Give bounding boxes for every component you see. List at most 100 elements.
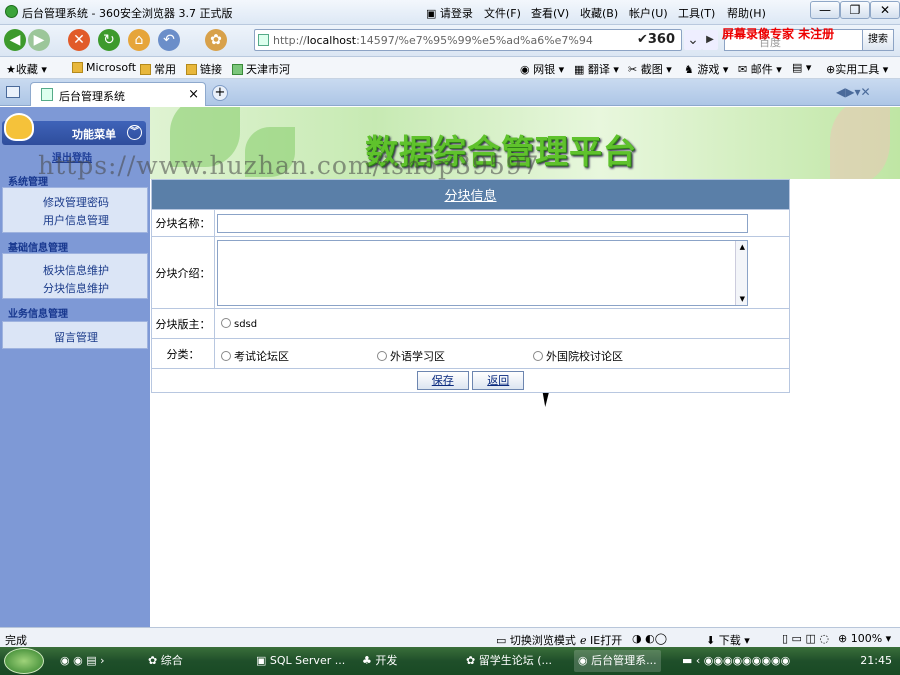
task-admin[interactable]: ◉ 后台管理系... <box>574 650 661 672</box>
tool-translate[interactable]: ▦ 翻译 ▾ <box>574 61 619 77</box>
mode-switch-label: 切换浏览模式 <box>509 634 576 647</box>
sidebar-item-board-maintenance[interactable]: 板块信息维护 <box>3 262 149 278</box>
tray-icons[interactable]: ▬ ‹ ◉◉◉◉◉◉◉◉◉ <box>682 650 790 672</box>
sidebar-item-change-password[interactable]: 修改管理密码 <box>3 194 149 210</box>
textarea-scrollbar[interactable]: ▲ ▼ <box>735 240 747 305</box>
tool-screenshot[interactable]: ✂ 截图 ▾ <box>628 61 672 77</box>
tab-admin[interactable]: 后台管理系统 × <box>30 82 206 106</box>
task-forum[interactable]: ✿ 留学生论坛 (... <box>466 650 552 672</box>
sidebar-item-user-management[interactable]: 用户信息管理 <box>3 212 149 228</box>
category-radio[interactable] <box>533 351 543 361</box>
menu-account[interactable]: 帐户(U) <box>629 5 668 21</box>
fav-common[interactable]: 常用 <box>140 61 176 77</box>
address-bar[interactable]: http://localhost:14597/%e7%95%99%e5%ad%a… <box>254 29 682 51</box>
address-dropdown-icon[interactable]: ⌄ <box>684 30 702 50</box>
search-button[interactable]: 搜索 <box>862 29 894 51</box>
form-header-link[interactable]: 分块信息 <box>444 189 496 204</box>
user-icon: ▣ <box>426 7 440 20</box>
task-sqlserver[interactable]: ▣ SQL Server ... <box>256 650 345 672</box>
tab-nav-icons[interactable]: ◀▶▾✕ <box>836 85 871 99</box>
paw-icon[interactable]: ✿ <box>205 29 227 51</box>
category-option-foreign-schools[interactable]: 外国院校讨论区 <box>533 348 623 364</box>
zoom-control[interactable]: ⊕ 100% ▾ <box>838 632 891 645</box>
sidebar-group-basic: 基础信息管理 <box>8 243 68 254</box>
tool-utilities[interactable]: ⊕实用工具 ▾ <box>826 61 888 77</box>
tab-admin-label: 后台管理系统 <box>59 90 125 103</box>
tool-translate-label: 翻译 <box>587 63 610 76</box>
task-admin-label: 后台管理系... <box>591 654 657 667</box>
ie-open[interactable]: ℯ IE打开 <box>580 632 622 648</box>
task-dev[interactable]: ♣ 开发 <box>362 650 397 672</box>
task-zonghe[interactable]: ✿ 综合 <box>148 650 183 672</box>
category-exam-label: 考试论坛区 <box>234 350 289 363</box>
menu-favorites[interactable]: 收藏(B) <box>580 5 618 21</box>
fav-tianjin-label: 天津市河 <box>246 63 290 76</box>
save-button[interactable]: 保存 <box>416 371 469 390</box>
category-option-language[interactable]: 外语学习区 <box>377 348 445 364</box>
sidebar-item-messages[interactable]: 留言管理 <box>3 329 149 345</box>
scroll-down-icon[interactable]: ▼ <box>740 295 745 303</box>
collapse-icon[interactable]: ︾ <box>127 125 142 140</box>
form-actions: 保存 返回 <box>151 368 790 393</box>
status-icons[interactable]: ◑ ◐◯ <box>632 632 667 645</box>
tool-extra-icon[interactable]: ▤ ▾ <box>792 61 811 74</box>
section-owner-cell: sdsd <box>214 308 790 339</box>
menu-view[interactable]: 查看(V) <box>531 5 569 21</box>
status-tool-icons[interactable]: ▯ ▭ ◫ ◌ <box>782 632 829 645</box>
undo-icon[interactable]: ↶ <box>158 29 180 51</box>
section-name-input[interactable] <box>217 213 748 233</box>
page-icon <box>232 64 243 75</box>
menu-help[interactable]: 帮助(H) <box>727 5 766 21</box>
start-button[interactable] <box>4 648 44 674</box>
section-intro-textarea[interactable]: ▲ ▼ <box>217 239 748 306</box>
section-form: 分块信息 分块名称： 分块介绍： ▲ ▼ 分块版主： sdsd 分类： 考试论坛区… <box>151 179 790 393</box>
taskbar: ◉ ◉ ▤ › ✿ 综合 ▣ SQL Server ... ♣ 开发 ✿ 留学生… <box>0 647 900 675</box>
go-icon[interactable]: ▶ <box>702 30 718 50</box>
owner-radio[interactable] <box>221 318 231 328</box>
sidebar: 功能菜单 ︾ 退出登陆 系统管理 修改管理密码 用户信息管理 基础信息管理 板块… <box>0 107 150 627</box>
sidebar-group-system-box: 修改管理密码 用户信息管理 <box>2 187 148 233</box>
fav-collect-label: 收藏 <box>15 63 38 76</box>
mouse-cursor-icon <box>542 393 552 407</box>
close-window-button[interactable]: ✕ <box>870 1 900 19</box>
scroll-up-icon[interactable]: ▲ <box>740 243 745 251</box>
menu-file[interactable]: 文件(F) <box>484 5 521 21</box>
minimize-button[interactable]: — <box>810 1 840 19</box>
tool-bank[interactable]: ◉ 网银 ▾ <box>520 61 564 77</box>
banner-figure <box>830 107 890 179</box>
tab-close-icon[interactable]: × <box>188 87 199 102</box>
fav-collect[interactable]: ★收藏 ▾ <box>6 61 47 77</box>
home-icon[interactable]: ⌂ <box>128 29 150 51</box>
login-link[interactable]: ▣ 请登录 <box>426 5 473 21</box>
tool-mail-label: 邮件 <box>750 63 773 76</box>
folder-icon <box>186 64 197 75</box>
fav-microsoft-label: Microsoft <box>86 61 137 74</box>
fav-microsoft[interactable]: Microsoft <box>72 61 136 74</box>
menu-tools[interactable]: 工具(T) <box>678 5 715 21</box>
tool-games[interactable]: ♞ 游戏 ▾ <box>684 61 728 77</box>
category-radio[interactable] <box>377 351 387 361</box>
url-prefix: http:// <box>273 34 307 47</box>
mode-switch[interactable]: ▭ 切换浏览模式 <box>496 632 576 648</box>
form-header: 分块信息 <box>151 179 790 210</box>
stop-icon[interactable]: ✕ <box>68 29 90 51</box>
sidebar-item-section-maintenance[interactable]: 分块信息维护 <box>3 280 149 296</box>
maximize-button[interactable]: ❐ <box>840 1 870 19</box>
category-radio[interactable] <box>221 351 231 361</box>
task-dev-label: 开发 <box>375 654 398 667</box>
tool-mail[interactable]: ✉ 邮件 ▾ <box>738 61 782 77</box>
fav-links[interactable]: 链接 <box>186 61 222 77</box>
sidebar-group-business-box: 留言管理 <box>2 321 148 349</box>
back-icon[interactable]: ◀ <box>4 29 26 51</box>
category-option-exam[interactable]: 考试论坛区 <box>221 348 289 364</box>
menu-logo-icon <box>4 113 34 141</box>
refresh-icon[interactable]: ↻ <box>98 29 120 51</box>
forward-icon[interactable]: ▶ <box>28 29 50 51</box>
back-button[interactable]: 返回 <box>472 371 525 390</box>
fav-tianjin[interactable]: 天津市河 <box>232 61 290 77</box>
quicklaunch-icons[interactable]: ◉ ◉ ▤ › <box>60 650 104 672</box>
login-label: 请登录 <box>439 7 473 20</box>
tab-list-icon[interactable] <box>6 86 20 98</box>
download[interactable]: ⬇ 下载 ▾ <box>706 632 750 648</box>
new-tab-icon[interactable]: + <box>212 85 228 101</box>
